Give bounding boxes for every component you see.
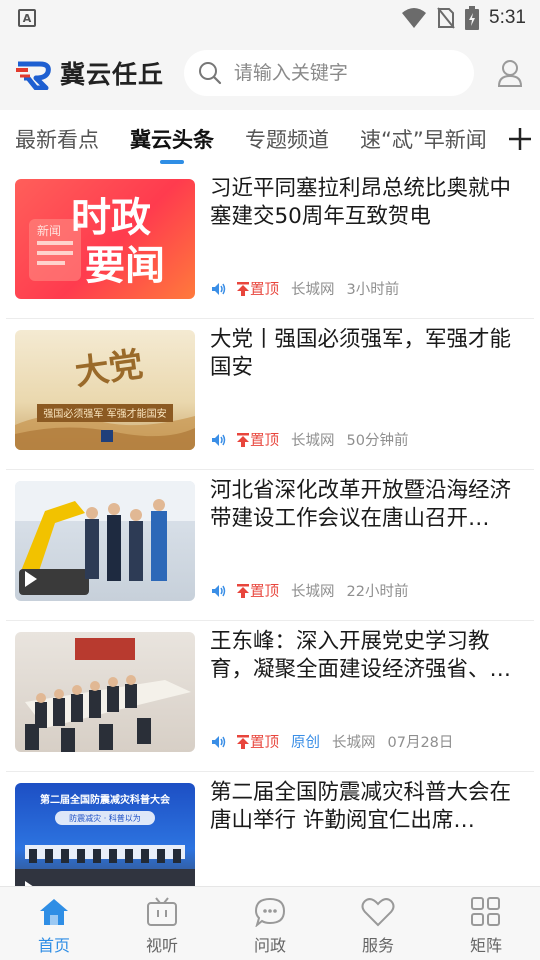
news-item[interactable]: 王东峰：深入开展党史学习教育，凝聚全面建设经济强省、… 置顶 原创 长城网 07…	[6, 621, 534, 772]
no-sim-icon	[437, 7, 455, 29]
status-icons: 5:31	[401, 6, 526, 30]
app-screen: A 5:31 冀云任丘 最新看点 冀云头条 专题频道 速“	[0, 0, 540, 960]
news-badge-text: 新闻	[37, 223, 61, 238]
plus-icon	[509, 128, 531, 150]
add-channel-button[interactable]	[500, 110, 540, 168]
news-thumbnail	[15, 481, 195, 601]
nav-matrix[interactable]: 矩阵	[432, 887, 540, 960]
news-thumbnail: 大党 强国必须强军 军强才能国安	[15, 330, 195, 450]
pin-top-icon	[237, 281, 249, 296]
thumbnail-subtitle-text: 防震减灾 · 科普以为	[69, 813, 141, 823]
app-header: 冀云任丘	[0, 36, 540, 110]
logo-mark-icon	[16, 61, 51, 90]
nav-home[interactable]: 首页	[0, 887, 108, 960]
clock: 5:31	[489, 7, 526, 28]
thumbnail-banner-text: 强国必须强军 军强才能国安	[43, 407, 166, 420]
news-source: 长城网	[332, 735, 376, 751]
nav-video[interactable]: 视听	[108, 887, 216, 960]
accessibility-notification-icon: A	[18, 9, 36, 27]
channel-tabs: 最新看点 冀云头条 专题频道 速“忒”早新闻	[0, 110, 540, 168]
tab-headlines[interactable]: 冀云头条	[130, 110, 214, 168]
chat-icon	[254, 897, 286, 927]
nav-service-label: 服务	[361, 936, 394, 955]
pinned-label: 置顶	[250, 735, 279, 751]
news-item[interactable]: 大党 强国必须强军 军强才能国安 大党丨强国必须强军，军强才能国安 置顶 长城网…	[6, 319, 534, 470]
nav-inquiry[interactable]: 问政	[216, 887, 324, 960]
news-source: 长城网	[291, 584, 335, 600]
thumbnail-graphic: 新闻 时政 要闻	[29, 195, 165, 289]
news-list: 新闻 时政 要闻 习近平同塞拉利昂总统比奥就中塞建交50周年互致贺电 置顶 长城…	[0, 168, 540, 886]
thumbnail-graphic: 第二届全国防震减灾科普大会 防震减灾 · 科普以为	[15, 793, 195, 886]
app-logo[interactable]: 冀云任丘	[14, 55, 178, 91]
pinned-badge: 置顶	[236, 278, 279, 299]
pinned-label: 置顶	[250, 584, 279, 600]
speaker-icon[interactable]	[211, 735, 227, 749]
nav-video-label: 视听	[145, 936, 178, 955]
tv-icon	[147, 897, 177, 926]
video-play-icon[interactable]	[25, 571, 37, 587]
news-source: 长城网	[291, 433, 335, 449]
news-time: 3小时前	[346, 282, 400, 298]
pin-top-icon	[237, 583, 249, 598]
news-item[interactable]: 第二届全国防震减灾科普大会 防震减灾 · 科普以为 第二届全国防震减灾科普大会在…	[6, 772, 534, 886]
news-title: 大党丨强国必须强军，军强才能国安	[210, 327, 512, 380]
pinned-label: 置顶	[250, 282, 279, 298]
user-profile-button[interactable]	[494, 57, 526, 89]
pinned-badge: 置顶	[236, 731, 279, 752]
thumbnail-banner-text: 第二届全国防震减灾科普大会	[40, 793, 170, 806]
news-title: 王东峰：深入开展党史学习教育，凝聚全面建设经济强省、…	[210, 629, 512, 682]
news-title: 第二届全国防震减灾科普大会在唐山举行 许勤阅宜仁出席…	[210, 780, 512, 833]
nav-matrix-label: 矩阵	[469, 936, 502, 955]
original-badge: 原创	[291, 735, 320, 751]
thumbnail-graphic: 大党 强国必须强军 军强才能国安	[15, 345, 195, 450]
nav-service[interactable]: 服务	[324, 887, 432, 960]
tab-morning-news[interactable]: 速“忒”早新闻	[360, 110, 487, 168]
news-thumbnail: 新闻 时政 要闻	[15, 179, 195, 299]
status-bar: A 5:31	[0, 0, 540, 36]
news-title: 习近平同塞拉利昂总统比奥就中塞建交50周年互致贺电	[210, 176, 512, 229]
bottom-navigation: 首页 视听 问政 服务 矩阵	[0, 886, 540, 960]
news-item[interactable]: 河北省深化改革开放暨沿海经济带建设工作会议在唐山召开… 置顶 长城网 22小时前	[6, 470, 534, 621]
tab-latest[interactable]: 最新看点	[15, 110, 99, 168]
news-thumbnail: 第二届全国防震减灾科普大会 防震减灾 · 科普以为	[15, 783, 195, 886]
pin-top-icon	[237, 432, 249, 447]
thumbnail-headline-1: 大党	[73, 345, 146, 394]
home-icon	[40, 899, 68, 925]
tab-topics[interactable]: 专题频道	[245, 110, 329, 168]
speaker-icon[interactable]	[211, 282, 227, 296]
battery-charging-icon	[465, 6, 480, 30]
news-title: 河北省深化改革开放暨沿海经济带建设工作会议在唐山召开…	[210, 478, 512, 531]
news-source: 长城网	[291, 282, 335, 298]
news-meta: 置顶 原创 长城网 07月28日	[211, 731, 453, 752]
pin-top-icon	[237, 734, 249, 749]
heart-icon	[361, 898, 395, 927]
thumbnail-graphic	[15, 481, 195, 595]
app-name: 冀云任丘	[60, 60, 165, 89]
nav-inquiry-label: 问政	[253, 936, 286, 955]
news-thumbnail	[15, 632, 195, 752]
thumbnail-headline-1: 时政	[71, 195, 151, 241]
pinned-badge: 置顶	[236, 580, 279, 601]
speaker-icon[interactable]	[211, 584, 227, 598]
user-icon	[498, 60, 523, 87]
wifi-icon	[402, 8, 427, 28]
pinned-badge: 置顶	[236, 429, 279, 450]
news-time: 50分钟前	[346, 433, 409, 449]
search-input[interactable]	[233, 62, 454, 84]
news-item[interactable]: 新闻 时政 要闻 习近平同塞拉利昂总统比奥就中塞建交50周年互致贺电 置顶 长城…	[6, 168, 534, 319]
news-meta: 置顶 长城网 50分钟前	[211, 429, 408, 450]
thumbnail-headline-2: 要闻	[85, 243, 165, 289]
news-time: 07月28日	[387, 735, 454, 751]
grid-icon	[471, 897, 500, 926]
speaker-icon[interactable]	[211, 433, 227, 447]
nav-home-label: 首页	[37, 936, 70, 955]
search-bar[interactable]	[183, 50, 475, 96]
search-icon	[198, 62, 222, 85]
thumbnail-graphic	[25, 638, 191, 752]
pinned-label: 置顶	[250, 433, 279, 449]
news-time: 22小时前	[346, 584, 409, 600]
news-meta: 置顶 长城网 22小时前	[211, 580, 408, 601]
news-meta: 置顶 长城网 3小时前	[211, 278, 399, 299]
